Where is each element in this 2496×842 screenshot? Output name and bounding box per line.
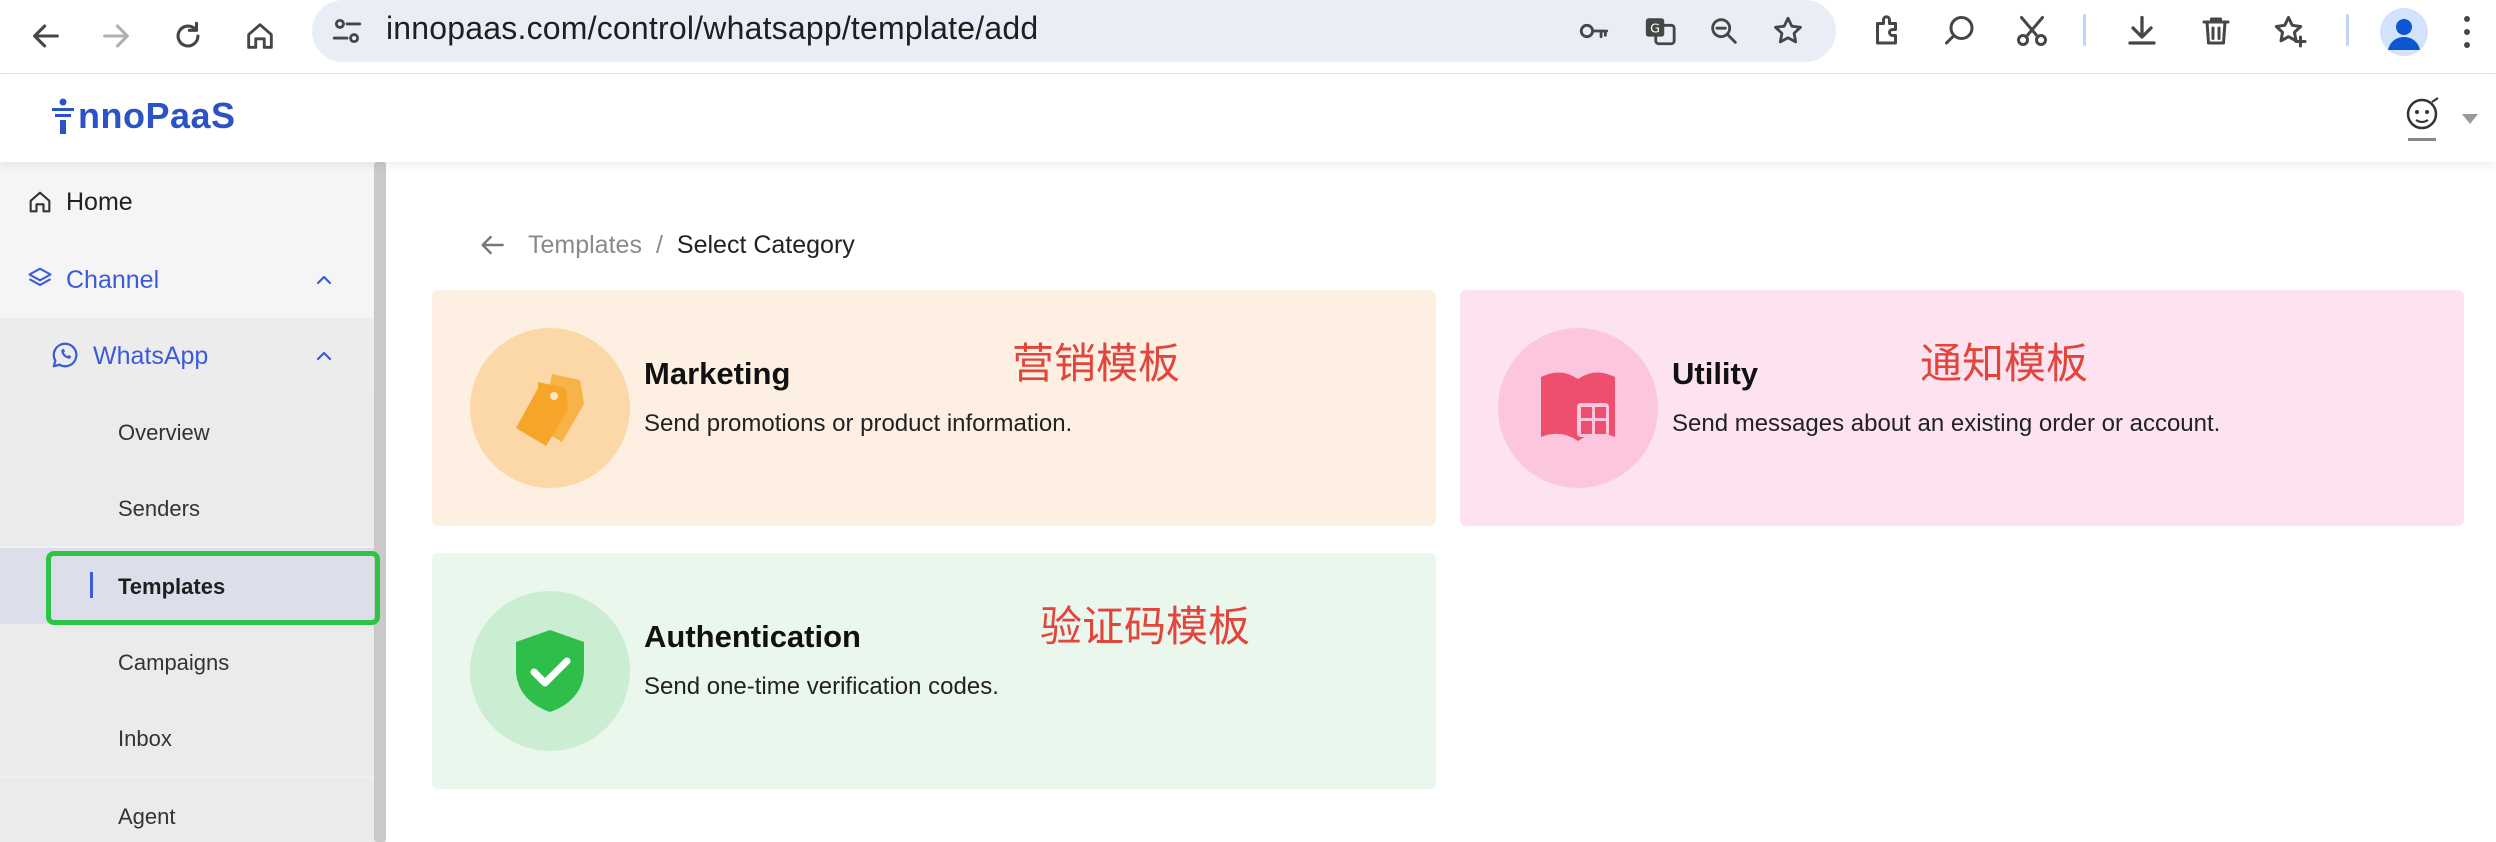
back-icon[interactable] (18, 8, 74, 64)
sidebar-item-label: Home (66, 188, 133, 216)
breadcrumb: Templates / Select Category (476, 228, 855, 262)
user-menu-caret-icon[interactable] (2462, 114, 2478, 124)
category-card-utility[interactable]: Utility Send messages about an existing … (1460, 290, 2464, 526)
home-nav-icon (29, 191, 51, 213)
sidebar-item-agent[interactable]: Agent (0, 778, 374, 842)
card-title: Authentication (644, 619, 861, 654)
sidebar-item-templates[interactable]: Templates (0, 548, 374, 624)
sidebar-item-label: Inbox (118, 726, 172, 751)
sidebar-item-label: Templates (118, 574, 226, 599)
sidebar-item-overview[interactable]: Overview (0, 394, 374, 470)
trash-icon[interactable] (2192, 7, 2240, 55)
card-description: Send messages about an existing order or… (1672, 410, 2221, 437)
sidebar-scrollbar[interactable] (374, 162, 386, 842)
search-lens-icon[interactable] (1936, 7, 1984, 55)
zoom-icon[interactable] (1702, 9, 1746, 53)
sidebar-item-label: Agent (118, 804, 176, 829)
forward-icon[interactable] (88, 8, 144, 64)
layers-icon (28, 267, 52, 287)
shield-check-icon (470, 591, 630, 751)
card-annotation: 营销模板 (1012, 339, 1181, 388)
breadcrumb-templates-link[interactable]: Templates (528, 231, 642, 260)
card-annotation: 通知模板 (1920, 339, 2089, 388)
whatsapp-icon (52, 342, 78, 368)
address-bar[interactable]: innopaas.com/control/whatsapp/template/a… (312, 0, 1836, 62)
key-icon[interactable] (1572, 9, 1616, 53)
toolbar-divider-2 (2346, 14, 2349, 46)
sidebar-item-label: Senders (118, 496, 200, 521)
sidebar-item-label: Overview (118, 420, 210, 445)
scissors-icon[interactable] (2008, 7, 2056, 55)
site-info-icon[interactable] (328, 12, 366, 50)
toolbar-divider (2083, 14, 2086, 46)
sidebar-item-inbox[interactable]: Inbox (0, 700, 374, 776)
sidebar-item-whatsapp[interactable]: WhatsApp (0, 318, 374, 394)
innopaas-logo[interactable]: nnoPaaS (50, 94, 236, 138)
card-annotation: 验证码模板 (1040, 602, 1251, 651)
download-icon[interactable] (2118, 7, 2166, 55)
card-description: Send promotions or product information. (644, 410, 1073, 437)
back-arrow-icon[interactable] (476, 229, 508, 261)
breadcrumb-separator: / (655, 230, 663, 259)
category-card-authentication[interactable]: Authentication Send one-time verificatio… (432, 553, 1436, 789)
profile-icon[interactable] (2380, 8, 2428, 56)
sidebar-item-home[interactable]: Home (0, 162, 374, 242)
star-icon[interactable] (1766, 9, 1810, 53)
chevron-up-icon[interactable] (314, 270, 334, 290)
user-avatar-icon[interactable] (2398, 94, 2446, 146)
sidebar-item-senders[interactable]: Senders (0, 470, 374, 546)
selected-indicator (90, 572, 93, 598)
svg-text:G: G (1650, 21, 1660, 36)
sidebar-item-label: WhatsApp (93, 342, 209, 370)
browser-toolbar: innopaas.com/control/whatsapp/template/a… (0, 0, 2496, 74)
sidebar-item-channel[interactable]: Channel (0, 240, 374, 320)
book-icon (1498, 328, 1658, 488)
card-description: Send one-time verification codes. (644, 673, 999, 700)
home-icon[interactable] (232, 8, 288, 64)
reading-list-star-icon[interactable] (2266, 7, 2314, 55)
reload-icon[interactable] (160, 8, 216, 64)
translate-icon[interactable]: G (1638, 9, 1682, 53)
menu-icon[interactable] (2452, 8, 2482, 56)
card-title: Marketing (644, 356, 791, 391)
url-text[interactable]: innopaas.com/control/whatsapp/template/a… (386, 10, 1038, 47)
logo-mark-icon (52, 98, 74, 134)
sidebar-item-label: Campaigns (118, 650, 230, 675)
sidebar-item-label: Channel (66, 266, 160, 294)
category-card-marketing[interactable]: Marketing Send promotions or product inf… (432, 290, 1436, 526)
chevron-up-icon[interactable] (314, 346, 334, 366)
breadcrumb-current: Select Category (676, 230, 855, 259)
tag-icon (470, 328, 630, 488)
sidebar-item-campaigns[interactable]: Campaigns (0, 624, 374, 700)
extensions-icon[interactable] (1864, 7, 1912, 55)
card-title: Utility (1672, 356, 1759, 391)
app-header: nnoPaaS (0, 74, 2496, 162)
logo-text: nnoPaaS (78, 95, 236, 136)
